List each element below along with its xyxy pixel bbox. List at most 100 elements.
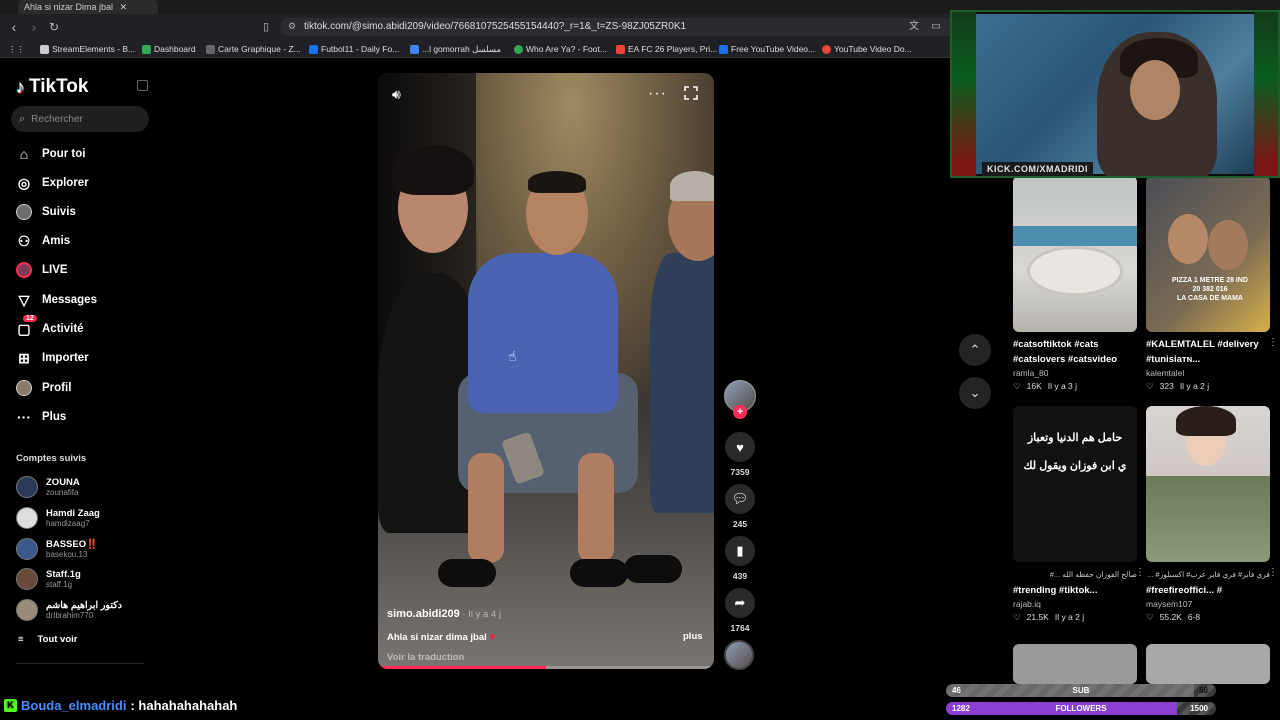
video-player[interactable]: 🔊︎ ··· simo.abidi209 · Il y a 4 j Ahla s… xyxy=(378,73,714,669)
account-username: staff.1g xyxy=(46,579,73,589)
thumb-face xyxy=(1168,214,1208,264)
video-person-shin xyxy=(578,453,614,563)
fullscreen-icon[interactable] xyxy=(684,86,698,100)
bookmark-label: ...l gomorrah مسلسل xyxy=(422,44,502,54)
bookmark-item[interactable]: Carte Graphique - Z... xyxy=(206,44,301,54)
bookmark-item[interactable]: EA FC 26 Players, Pri... xyxy=(616,44,717,54)
nav-label: Profil xyxy=(42,382,72,394)
nav-amis[interactable]: ⚇ Amis xyxy=(16,231,70,251)
bookmark-item[interactable]: ...l gomorrah مسلسل xyxy=(410,44,501,55)
comment-button[interactable]: 💬︎ 245 xyxy=(725,484,755,529)
video-card[interactable]: فري فاير# فري فاير عرب# اكسبلور# ... #fr… xyxy=(1146,406,1278,623)
video-person xyxy=(650,253,714,513)
chevron-down-icon: ⌄ xyxy=(969,385,981,400)
video-card[interactable] xyxy=(1146,644,1270,684)
followed-account[interactable]: BASSEO‼️ basekou.13 xyxy=(16,537,98,561)
follow-plus-icon[interactable]: + xyxy=(733,405,747,419)
card-username[interactable]: maysem107 xyxy=(1146,599,1270,609)
bookmark-item[interactable]: YouTube Video Do... xyxy=(822,44,912,54)
followed-account[interactable]: دكتور ابراهيم هاشم drIbrahim770 xyxy=(16,598,122,622)
tiktok-logo[interactable]: ♪ TikTok xyxy=(16,76,88,98)
card-subtitle: صالح الفوزان حفظه الله ...# xyxy=(1049,570,1137,579)
video-thumbnail[interactable]: PIZZA 1 METRE 28 IND 20 382 016 LA CASA … xyxy=(1146,176,1270,332)
like-button[interactable]: ♥ 7359 xyxy=(725,432,755,477)
more-options-icon[interactable]: ··· xyxy=(648,85,667,103)
search-box[interactable]: ⌕ xyxy=(11,106,149,132)
apps-icon[interactable]: ⋮⋮ xyxy=(8,44,25,55)
see-all-link[interactable]: ≡ Tout voir xyxy=(18,634,77,645)
webcam-person-face xyxy=(1130,60,1180,120)
nav-suivis[interactable]: Suivis xyxy=(16,202,76,222)
nav-profil[interactable]: Profil xyxy=(16,378,71,398)
next-video-button[interactable]: ⌄ xyxy=(959,377,991,409)
card-more-icon[interactable]: ⋮ xyxy=(1135,567,1145,578)
nav-plus[interactable]: ··· Plus xyxy=(16,407,66,427)
account-username: zounafifa xyxy=(46,487,79,497)
bookmark-item[interactable]: Dashboard xyxy=(142,44,196,54)
bookmark-item[interactable]: StreamElements - B... xyxy=(40,44,135,54)
bookmark-item[interactable]: Who Are Ya? - Foot... xyxy=(514,44,607,54)
cast-icon[interactable]: ▭ xyxy=(928,19,944,35)
save-button[interactable]: ▮ 439 xyxy=(725,536,755,581)
tab-close-icon[interactable]: ✕ xyxy=(120,2,128,12)
card-more-icon[interactable]: ⋮ xyxy=(1268,337,1278,348)
bookmark-label: StreamElements - B... xyxy=(52,44,136,54)
card-more-icon[interactable]: ⋮ xyxy=(1268,567,1278,578)
video-progress-bar[interactable] xyxy=(378,666,714,669)
card-subtitle: فري فاير# فري فاير عرب# اكسبلور# ... xyxy=(1147,570,1270,579)
search-input[interactable] xyxy=(31,113,132,125)
video-card[interactable]: #catsoftiktok #cats #catslovers #catsvid… xyxy=(1013,176,1137,392)
nav-messages[interactable]: ▽ Messages xyxy=(16,290,97,310)
stream-chat-message: K Bouda_elmadridi : hahahahahahah xyxy=(4,698,237,713)
nav-live[interactable]: LIVE xyxy=(16,260,68,280)
video-info: simo.abidi209 · Il y a 4 j Ahla si nizar… xyxy=(387,604,705,663)
video-thumbnail[interactable]: حامل هم الدنيا وتعباز ي ابن فوزان ويقول … xyxy=(1013,406,1137,562)
browser-tab-active[interactable]: Ahla si nizar Dima jbal ✕ xyxy=(18,0,158,14)
music-disc-icon[interactable] xyxy=(724,640,754,670)
card-title: #KALEMTALEL #delivery #tunisiaᴛɴ... xyxy=(1146,339,1259,365)
nav-importer[interactable]: ⊞ Importer xyxy=(16,348,89,368)
video-age: · Il y a 4 j xyxy=(459,609,501,620)
site-info-icon[interactable]: ⚙ xyxy=(288,21,296,32)
translate-link[interactable]: Voir la traduction xyxy=(387,652,705,663)
video-thumbnail[interactable] xyxy=(1013,644,1137,684)
heart-outline-icon: ♡ xyxy=(1146,381,1154,391)
card-username[interactable]: kalemtalel xyxy=(1146,368,1270,378)
bookmark-item[interactable]: Futbol11 - Daily Fo... xyxy=(309,44,399,54)
thumb-cat-bed xyxy=(1027,246,1123,296)
nav-explorer[interactable]: ◎ Explorer xyxy=(16,173,89,193)
video-card[interactable] xyxy=(1013,644,1137,684)
video-author[interactable]: simo.abidi209 xyxy=(387,608,460,620)
video-card[interactable]: PIZZA 1 METRE 28 IND 20 382 016 LA CASA … xyxy=(1146,176,1278,392)
card-username[interactable]: ramla_80 xyxy=(1013,368,1137,378)
home-icon: ⌂ xyxy=(19,146,29,162)
caption-more-link[interactable]: plus xyxy=(683,631,703,642)
share-button[interactable]: ➦ 1764 xyxy=(725,588,755,633)
previous-video-button[interactable]: ⌃ xyxy=(959,334,991,366)
followed-account[interactable]: ZOUNA zounafifa xyxy=(16,475,80,499)
video-thumbnail[interactable] xyxy=(1146,644,1270,684)
card-likes: 16K xyxy=(1026,381,1042,391)
followed-account[interactable]: Staff.1g staff.1g xyxy=(16,567,81,591)
card-username[interactable]: rajab.iq xyxy=(1013,599,1137,609)
bookmark-item[interactable]: Free YouTube Video... xyxy=(719,44,815,54)
nav-activite[interactable]: ▢ 12 Activité xyxy=(16,315,84,339)
share-arrow-icon: ➦ xyxy=(725,588,755,618)
live-icon xyxy=(16,262,32,278)
volume-icon[interactable]: 🔊︎ xyxy=(392,86,401,103)
url-field[interactable]: ⚙ tiktok.com/@simo.abidi209/video/766810… xyxy=(280,18,960,36)
video-card[interactable]: حامل هم الدنيا وتعباز ي ابن فوزان ويقول … xyxy=(1013,406,1145,623)
heart-outline-icon: ♡ xyxy=(1013,381,1021,391)
card-age: Il y a 3 j xyxy=(1047,381,1078,391)
translate-icon[interactable]: 文 xyxy=(906,19,922,35)
nav-pour-toi[interactable]: ⌂ Pour toi xyxy=(16,144,86,164)
bookmark-star-icon[interactable]: ▯ xyxy=(258,19,274,35)
reload-icon[interactable]: ↻ xyxy=(46,19,62,35)
video-caption: Ahla si nizar dima jbal ♥ xyxy=(387,632,705,643)
forward-icon[interactable]: › xyxy=(26,19,42,35)
back-icon[interactable]: ‹ xyxy=(6,19,22,35)
video-thumbnail[interactable] xyxy=(1146,406,1270,562)
followed-account[interactable]: Hamdi Zaag hamdizaag7 xyxy=(16,506,100,530)
video-thumbnail[interactable] xyxy=(1013,176,1137,332)
collapse-sidebar-icon[interactable] xyxy=(137,80,148,91)
